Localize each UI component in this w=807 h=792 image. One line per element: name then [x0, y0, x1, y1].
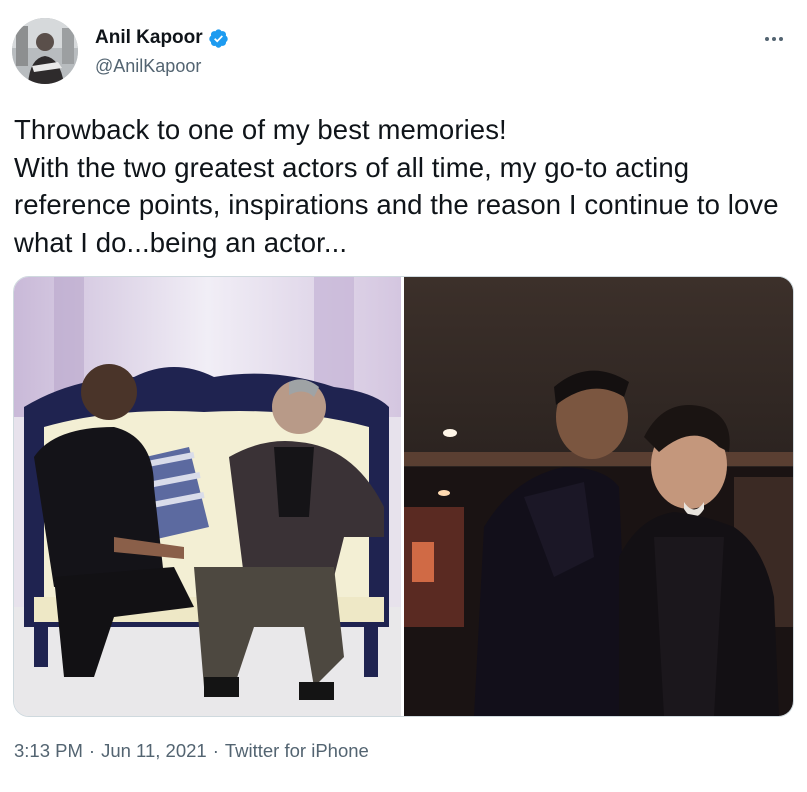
- photo-2[interactable]: [404, 277, 793, 716]
- tweet-text: Throwback to one of my best memories! Wi…: [14, 114, 779, 258]
- tweet-date-link[interactable]: Jun 11, 2021: [101, 740, 207, 762]
- tweet-source-link[interactable]: Twitter for iPhone: [225, 740, 369, 762]
- tweet-meta: 3:13 PM · Jun 11, 2021 · Twitter for iPh…: [14, 740, 369, 762]
- avatar-image-icon: [12, 18, 78, 84]
- verified-badge-icon: [208, 28, 228, 48]
- media-grid: [13, 276, 794, 717]
- author-name-row: Anil Kapoor: [95, 27, 229, 49]
- tweet-card: Anil Kapoor @AnilKapoor Throwback to one…: [0, 0, 807, 792]
- meta-separator: ·: [88, 740, 96, 761]
- dot-icon: [765, 37, 769, 41]
- dot-icon: [779, 37, 783, 41]
- avatar[interactable]: [12, 18, 78, 84]
- photo-sofa-scene-icon: [14, 277, 401, 716]
- photo-1[interactable]: [14, 277, 401, 716]
- meta-separator: ·: [212, 740, 219, 761]
- more-options-button[interactable]: [759, 24, 789, 54]
- tweet-time-link[interactable]: 3:13 PM: [14, 740, 83, 762]
- author-handle[interactable]: @AnilKapoor: [95, 56, 201, 77]
- photo-night-scene-icon: [404, 277, 793, 716]
- author-display-name[interactable]: Anil Kapoor: [95, 27, 203, 49]
- dot-icon: [772, 37, 776, 41]
